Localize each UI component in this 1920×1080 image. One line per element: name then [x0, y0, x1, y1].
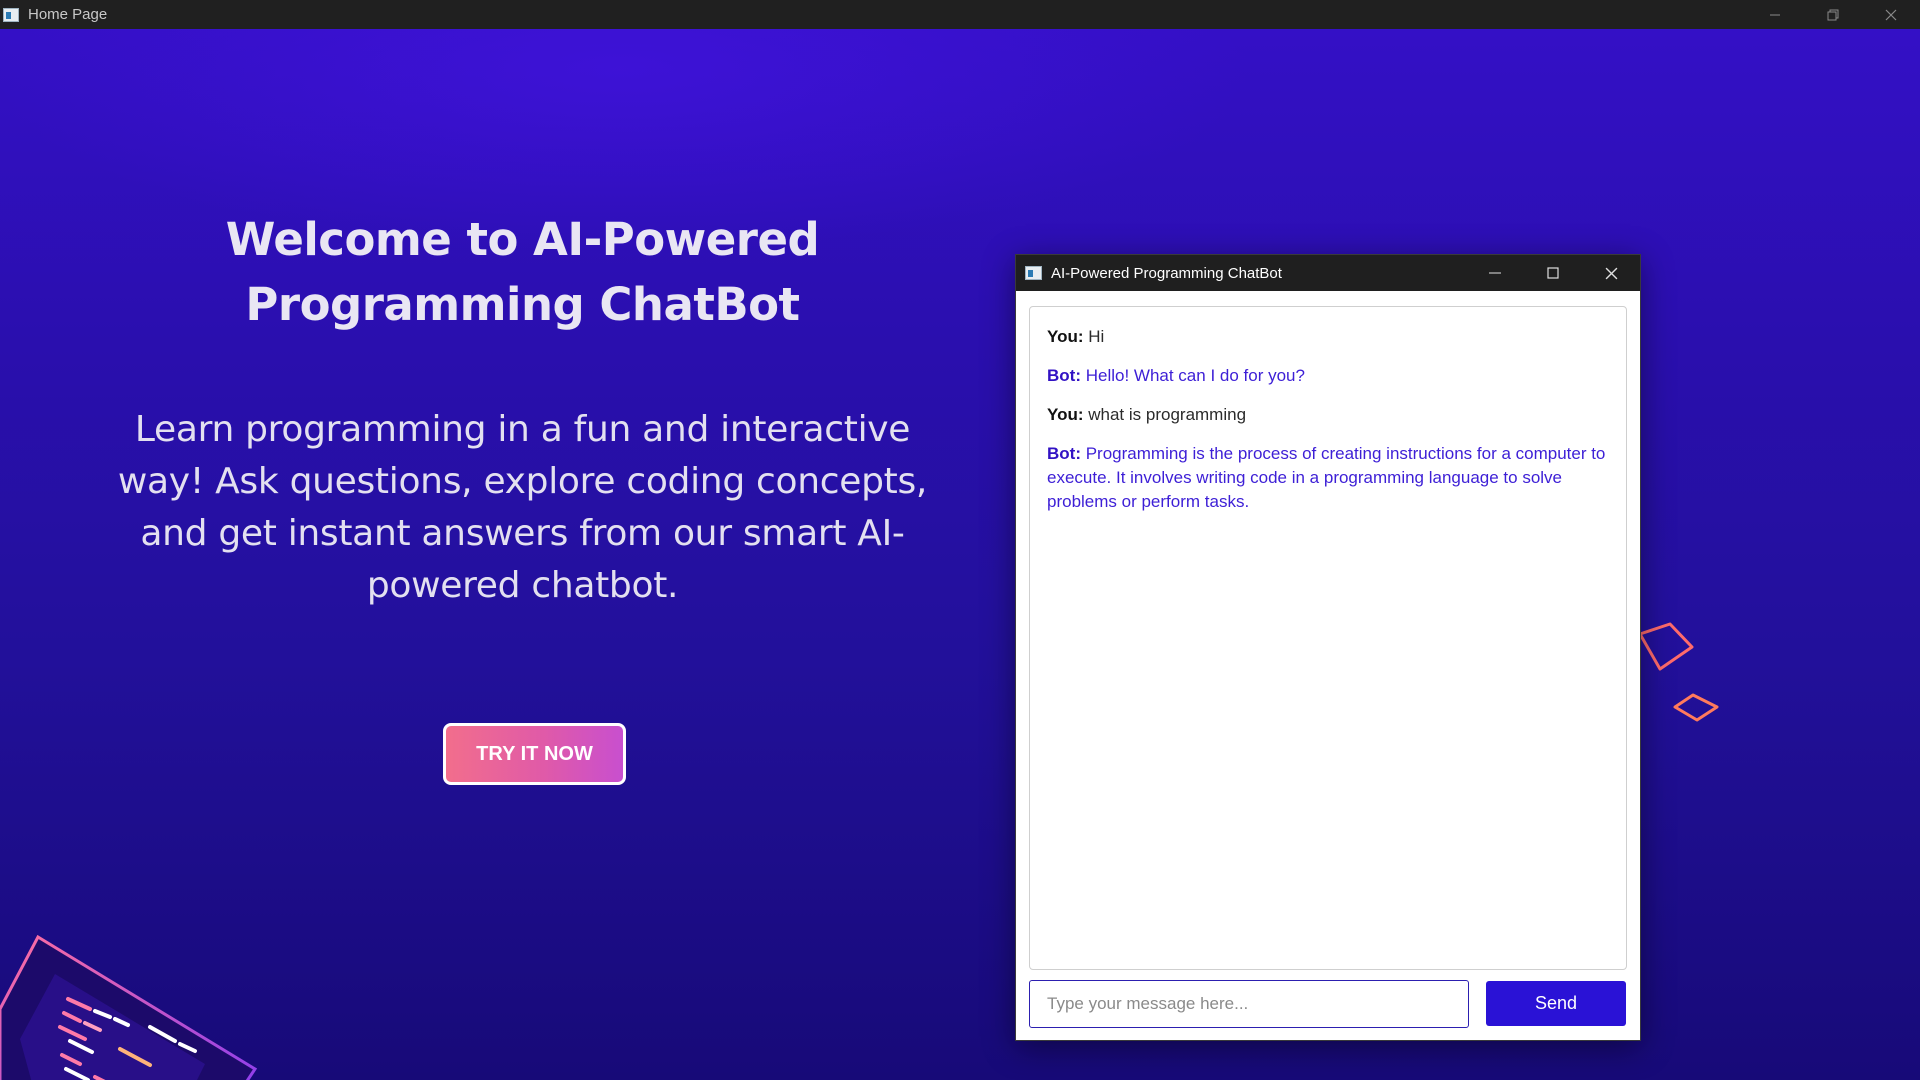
- minimize-icon: [1770, 14, 1780, 15]
- home-page-background: Welcome to AI-Powered Programming ChatBo…: [0, 29, 1920, 1080]
- message-sender: You:: [1047, 405, 1084, 424]
- message-text: Hello! What can I do for you?: [1085, 366, 1305, 385]
- chat-message: You: Hi: [1047, 325, 1610, 349]
- message-text: Programming is the process of creating i…: [1047, 444, 1606, 511]
- hero-title: Welcome to AI-Powered Programming ChatBo…: [225, 213, 820, 331]
- message-text: Hi: [1088, 327, 1105, 346]
- window-close-button[interactable]: [1862, 0, 1920, 29]
- chat-window-title: AI-Powered Programming ChatBot: [1051, 264, 1282, 282]
- restore-icon: [1827, 9, 1839, 20]
- message-input[interactable]: [1029, 980, 1469, 1028]
- message-text: what is programming: [1088, 405, 1247, 424]
- window-restore-button[interactable]: [1804, 0, 1862, 29]
- chat-close-button[interactable]: [1582, 255, 1640, 291]
- window-minimize-button[interactable]: [1746, 0, 1804, 29]
- chat-maximize-button[interactable]: [1524, 255, 1582, 291]
- maximize-icon: [1547, 267, 1559, 279]
- minimize-icon: [1489, 272, 1501, 274]
- chat-message: Bot: Hello! What can I do for you?: [1047, 364, 1610, 388]
- laptop-illustration-icon: [0, 934, 258, 1080]
- chat-message: Bot: Programming is the process of creat…: [1047, 442, 1610, 514]
- app-window-icon: [3, 7, 19, 22]
- chat-message: You: what is programming: [1047, 403, 1610, 427]
- window-title: Home Page: [28, 6, 108, 23]
- chatbot-window: AI-Powered Programming ChatBot You: Hi B…: [1015, 254, 1641, 1041]
- hero-subtitle: Learn programming in a fun and interacti…: [117, 409, 928, 606]
- chat-window-titlebar: AI-Powered Programming ChatBot: [1016, 255, 1640, 291]
- app-window-icon: [1025, 266, 1042, 280]
- message-sender: Bot:: [1047, 366, 1081, 385]
- close-icon: [1605, 267, 1617, 279]
- message-sender: You:: [1047, 327, 1084, 346]
- close-icon: [1885, 9, 1897, 20]
- send-button[interactable]: Send: [1486, 981, 1626, 1026]
- try-it-now-button[interactable]: TRY IT NOW: [443, 723, 626, 785]
- message-sender: Bot:: [1047, 444, 1081, 463]
- chat-log[interactable]: You: Hi Bot: Hello! What can I do for yo…: [1029, 306, 1627, 970]
- main-window-titlebar: Home Page: [0, 0, 1920, 29]
- chat-minimize-button[interactable]: [1466, 255, 1524, 291]
